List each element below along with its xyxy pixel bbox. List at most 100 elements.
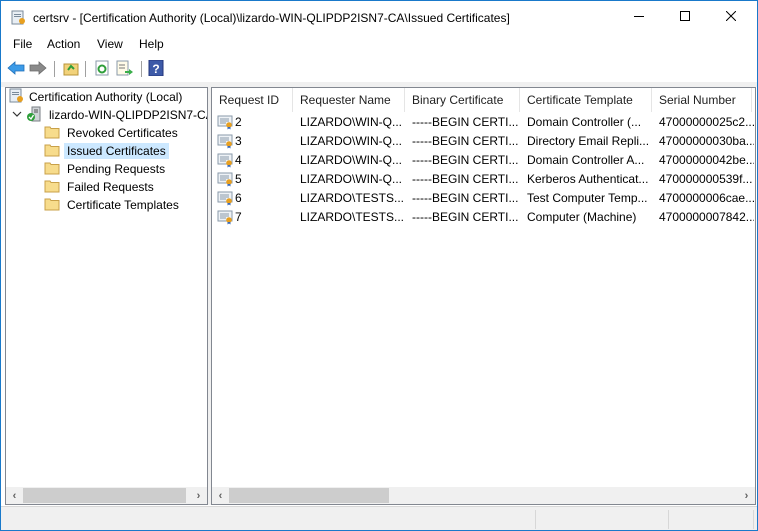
cell-certificate-template: Directory Email Repli... bbox=[527, 134, 650, 148]
console-tree: Certification Authority (Local) lizardo-… bbox=[5, 87, 208, 505]
tree-folder-pending-requests[interactable]: Pending Requests bbox=[44, 160, 168, 178]
cell-serial-number: 47000000042be... bbox=[659, 153, 754, 167]
cell-binary-certificate: -----BEGIN CERTI... bbox=[412, 134, 519, 148]
toolbar: ? bbox=[1, 56, 757, 83]
maximize-icon bbox=[680, 10, 690, 24]
cell-serial-number: 47000000025c2... bbox=[659, 115, 754, 129]
status-separator bbox=[668, 510, 669, 529]
tree-folder-label: Pending Requests bbox=[67, 162, 166, 176]
cell-requester-name: LIZARDO\TESTS... bbox=[300, 191, 405, 205]
folder-icon bbox=[44, 143, 64, 160]
tree-folder-certificate-templates[interactable]: Certificate Templates bbox=[44, 196, 182, 214]
cell-requester-name: LIZARDO\WIN-Q... bbox=[300, 134, 402, 148]
back-button[interactable] bbox=[7, 60, 25, 78]
certificate-icon bbox=[217, 153, 235, 168]
scroll-left-icon[interactable]: ‹ bbox=[212, 487, 229, 504]
cell-request-id: 7 bbox=[235, 210, 242, 224]
maximize-button[interactable] bbox=[662, 1, 708, 33]
minimize-icon bbox=[634, 10, 644, 24]
column-header-requester-name[interactable]: Requester Name bbox=[293, 88, 405, 112]
tree-root-certification-authority[interactable]: Certification Authority (Local) bbox=[9, 88, 185, 106]
tree-folder-failed-requests[interactable]: Failed Requests bbox=[44, 178, 157, 196]
status-bar bbox=[1, 506, 757, 530]
cell-binary-certificate: -----BEGIN CERTI... bbox=[412, 172, 519, 186]
title-bar[interactable]: certsrv - [Certification Authority (Loca… bbox=[1, 1, 757, 35]
cell-requester-name: LIZARDO\TESTS... bbox=[300, 210, 405, 224]
tree-horizontal-scrollbar[interactable]: ‹ › bbox=[6, 487, 207, 504]
minimize-button[interactable] bbox=[616, 1, 662, 33]
menu-help[interactable]: Help bbox=[137, 37, 166, 51]
toolbar-separator bbox=[85, 61, 86, 77]
folder-icon bbox=[44, 179, 64, 196]
toolbar-separator bbox=[54, 61, 55, 77]
help-icon: ? bbox=[148, 59, 164, 79]
menu-file[interactable]: File bbox=[11, 37, 34, 51]
certsrv-window: certsrv - [Certification Authority (Loca… bbox=[0, 0, 758, 531]
cell-requester-name: LIZARDO\WIN-Q... bbox=[300, 115, 402, 129]
menu-view[interactable]: View bbox=[95, 37, 125, 51]
toolbar-separator bbox=[141, 61, 142, 77]
certificate-icon bbox=[217, 191, 235, 206]
ca-server-icon bbox=[26, 106, 46, 125]
cell-serial-number: 470000000539f... bbox=[659, 172, 753, 186]
scroll-thumb[interactable] bbox=[229, 488, 389, 503]
certificate-icon bbox=[217, 134, 235, 149]
tree-ca-node[interactable]: lizardo-WIN-QLIPDP2ISN7-CA bbox=[12, 106, 208, 125]
tree-ca-label: lizardo-WIN-QLIPDP2ISN7-CA bbox=[49, 108, 208, 122]
tree-folder-label: Failed Requests bbox=[67, 180, 154, 194]
help-button[interactable]: ? bbox=[147, 59, 165, 79]
tree-root-label: Certification Authority (Local) bbox=[29, 90, 183, 104]
window-title: certsrv - [Certification Authority (Loca… bbox=[33, 11, 510, 25]
column-header-serial-number[interactable]: Serial Number bbox=[652, 88, 752, 112]
cell-requester-name: LIZARDO\WIN-Q... bbox=[300, 172, 402, 186]
table-row[interactable]: 3 LIZARDO\WIN-Q... -----BEGIN CERTI... Dire… bbox=[212, 132, 755, 151]
table-row[interactable]: 7 LIZARDO\TESTS... -----BEGIN CERTI... Comp… bbox=[212, 208, 755, 227]
export-list-button[interactable] bbox=[116, 60, 134, 78]
scroll-left-icon[interactable]: ‹ bbox=[6, 487, 23, 504]
cell-request-id: 2 bbox=[235, 115, 242, 129]
tree-folder-label: Certificate Templates bbox=[67, 198, 179, 212]
scroll-right-icon[interactable]: › bbox=[190, 487, 207, 504]
close-button[interactable] bbox=[708, 1, 754, 33]
table-row[interactable]: 4 LIZARDO\WIN-Q... -----BEGIN CERTI... Doma… bbox=[212, 151, 755, 170]
scroll-right-icon[interactable]: › bbox=[738, 487, 755, 504]
refresh-icon bbox=[94, 60, 110, 79]
table-row[interactable]: 2 LIZARDO\WIN-Q... -----BEGIN CERTI... Doma… bbox=[212, 113, 755, 132]
export-list-icon bbox=[116, 60, 134, 79]
refresh-button[interactable] bbox=[93, 60, 111, 78]
cell-certificate-template: Domain Controller A... bbox=[527, 153, 645, 167]
cell-serial-number: 47000000030ba... bbox=[659, 134, 754, 148]
cell-certificate-template: Domain Controller (... bbox=[527, 115, 642, 129]
folder-icon bbox=[44, 197, 64, 214]
cell-binary-certificate: -----BEGIN CERTI... bbox=[412, 191, 519, 205]
cell-request-id: 4 bbox=[235, 153, 242, 167]
column-header-certificate-template[interactable]: Certificate Template bbox=[520, 88, 652, 112]
certificate-icon bbox=[217, 172, 235, 187]
menu-action[interactable]: Action bbox=[45, 37, 82, 51]
tree-folder-label: Issued Certificates bbox=[64, 143, 169, 159]
list-horizontal-scrollbar[interactable]: ‹ › bbox=[212, 487, 755, 504]
cell-request-id: 3 bbox=[235, 134, 242, 148]
status-separator bbox=[535, 510, 536, 529]
cell-certificate-template: Test Computer Temp... bbox=[527, 191, 648, 205]
status-separator bbox=[753, 510, 754, 529]
tree-folder-issued-certificates[interactable]: Issued Certificates bbox=[44, 142, 169, 160]
cell-certificate-template: Kerberos Authenticat... bbox=[527, 172, 649, 186]
cell-binary-certificate: -----BEGIN CERTI... bbox=[412, 210, 519, 224]
certsrv-app-icon bbox=[11, 10, 27, 26]
table-row[interactable]: 5 LIZARDO\WIN-Q... -----BEGIN CERTI... Kerb… bbox=[212, 170, 755, 189]
forward-button[interactable] bbox=[29, 60, 47, 78]
column-header-binary-certificate[interactable]: Binary Certificate bbox=[405, 88, 520, 112]
back-arrow-icon bbox=[7, 60, 25, 78]
table-row[interactable]: 6 LIZARDO\TESTS... -----BEGIN CERTI... Test… bbox=[212, 189, 755, 208]
chevron-down-icon[interactable] bbox=[12, 108, 26, 122]
up-one-level-button[interactable] bbox=[62, 60, 80, 78]
column-header-request-id[interactable]: Request ID bbox=[212, 88, 293, 112]
certificate-icon bbox=[217, 210, 235, 225]
certification-authority-icon bbox=[9, 88, 26, 107]
tree-folder-revoked-certificates[interactable]: Revoked Certificates bbox=[44, 124, 181, 142]
scroll-thumb[interactable] bbox=[23, 488, 186, 503]
cell-serial-number: 4700000007842... bbox=[659, 210, 754, 224]
folder-icon bbox=[44, 125, 64, 142]
cell-request-id: 6 bbox=[235, 191, 242, 205]
